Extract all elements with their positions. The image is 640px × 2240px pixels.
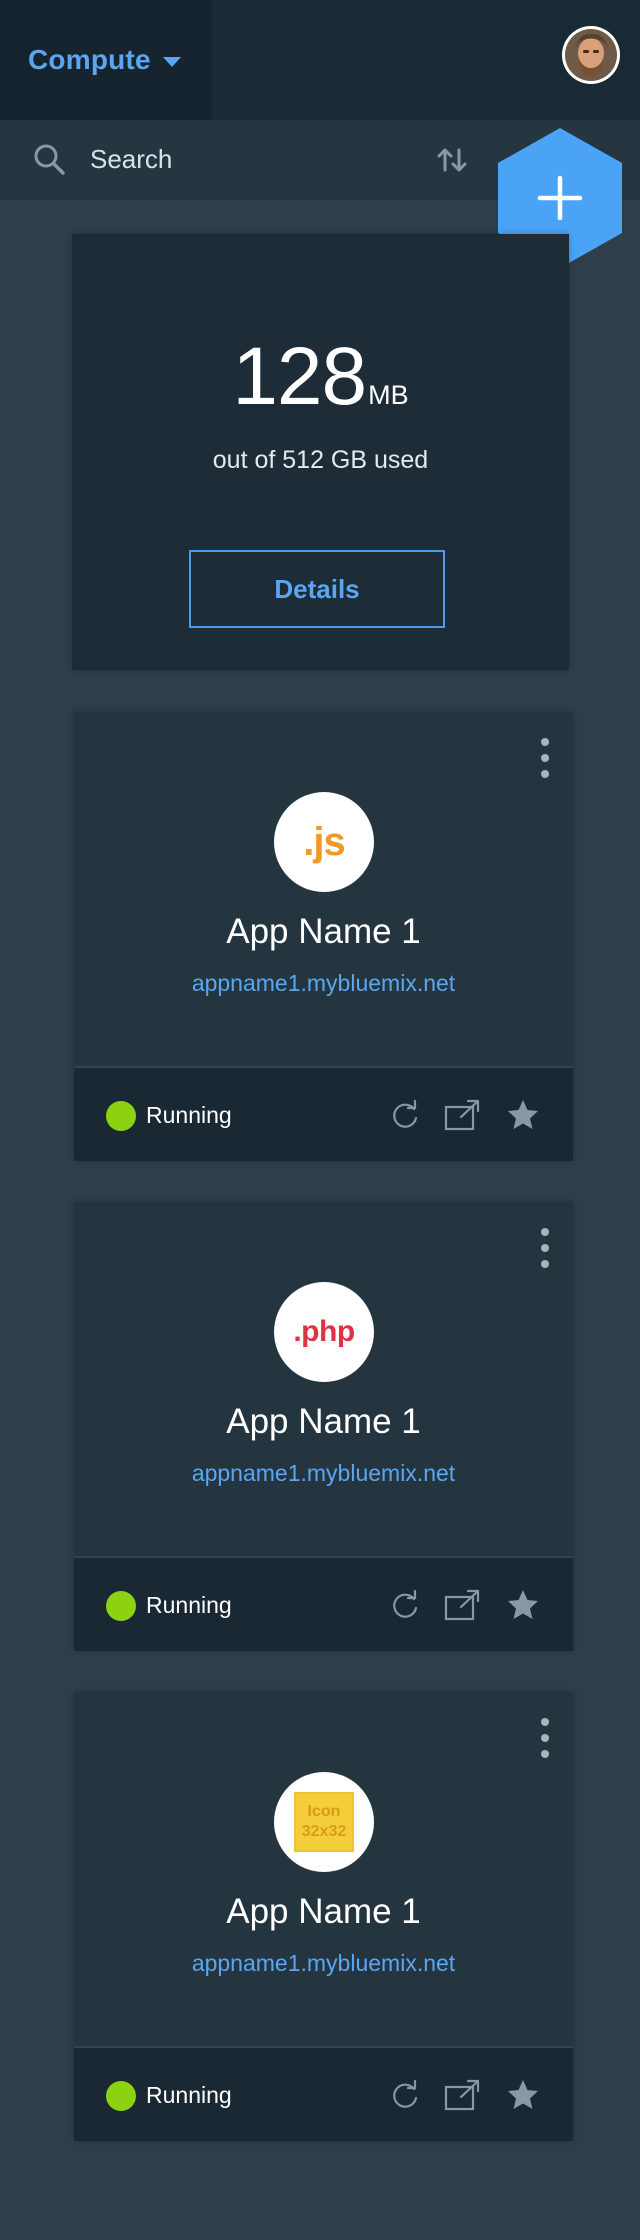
status-label: Running: [146, 1102, 232, 1128]
app-url-link[interactable]: appname1.mybluemix.net: [74, 970, 573, 997]
app-name: App Name 1: [226, 1402, 421, 1441]
launch-icon[interactable]: [444, 1098, 482, 1132]
app-url-link[interactable]: appname1.mybluemix.net: [74, 1460, 573, 1487]
php-logo-text: .php: [293, 1315, 355, 1348]
app-card-body: .php App Name 1 appname1.mybluemix.net: [74, 1202, 573, 1556]
sort-icon[interactable]: [434, 142, 470, 178]
app-logo: .php: [274, 1282, 374, 1382]
storage-unit: MB: [368, 380, 409, 410]
star-icon[interactable]: [506, 1588, 540, 1622]
chevron-down-icon: [162, 57, 181, 67]
restart-icon[interactable]: [388, 1588, 422, 1622]
app-card-footer: Running: [74, 2046, 573, 2141]
kebab-icon[interactable]: [537, 1718, 553, 1766]
star-icon[interactable]: [506, 2078, 540, 2112]
storage-subtitle: out of 512 GB used: [212, 446, 429, 474]
star-icon[interactable]: [506, 1098, 540, 1132]
avatar[interactable]: [562, 26, 620, 84]
top-bar: Compute: [0, 0, 640, 120]
placeholder-size: 32x32: [301, 1823, 347, 1840]
js-logo-text: .js: [303, 819, 345, 864]
compute-dropdown[interactable]: Compute: [0, 0, 212, 120]
status-dot: [106, 2081, 136, 2111]
app-card-body: Icon 32x32 App Name 1 appname1.mybluemix…: [74, 1692, 573, 2046]
app-card-footer: Running: [74, 1556, 573, 1651]
details-button[interactable]: Details: [189, 550, 445, 628]
storage-card: 128MB out of 512 GB used Details: [72, 234, 569, 670]
app-logo: Icon 32x32: [274, 1772, 374, 1872]
avatar-image: [565, 29, 617, 81]
app-url-link[interactable]: appname1.mybluemix.net: [74, 1950, 573, 1977]
restart-icon[interactable]: [388, 2078, 422, 2112]
app-logo: .js: [274, 792, 374, 892]
kebab-icon[interactable]: [537, 1228, 553, 1276]
search-icon[interactable]: [32, 142, 68, 178]
status-label: Running: [146, 1592, 232, 1618]
storage-value: 128: [232, 331, 367, 422]
status-dot: [106, 1101, 136, 1131]
app-name: App Name 1: [226, 912, 421, 951]
compute-label: Compute: [28, 44, 151, 75]
launch-icon[interactable]: [444, 2078, 482, 2112]
app-card-footer: Running: [74, 1066, 573, 1161]
restart-icon[interactable]: [388, 1098, 422, 1132]
app-card: .php App Name 1 appname1.mybluemix.net R…: [74, 1202, 573, 1651]
placeholder-icon: Icon 32x32: [294, 1792, 354, 1852]
status-dot: [106, 1591, 136, 1621]
placeholder-label: Icon: [307, 1803, 341, 1820]
app-name: App Name 1: [226, 1892, 421, 1931]
kebab-icon[interactable]: [537, 738, 553, 786]
search-input[interactable]: Search: [90, 144, 172, 175]
app-card: .js App Name 1 appname1.mybluemix.net Ru…: [74, 712, 573, 1161]
status-label: Running: [146, 2082, 232, 2108]
app-card: Icon 32x32 App Name 1 appname1.mybluemix…: [74, 1692, 573, 2141]
storage-amount: 128MB: [72, 330, 569, 424]
app-card-body: .js App Name 1 appname1.mybluemix.net: [74, 712, 573, 1066]
launch-icon[interactable]: [444, 1588, 482, 1622]
